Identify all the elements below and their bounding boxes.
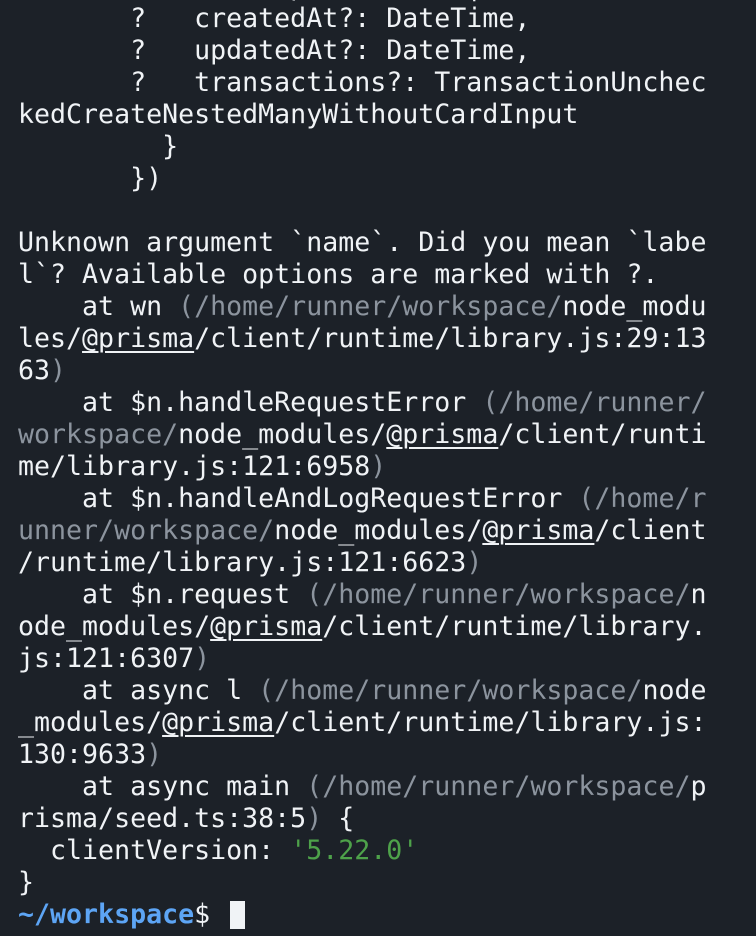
output-text: les/ [18, 323, 83, 354]
output-text: ? createdAt?: DateTime, [18, 3, 531, 34]
prompt-symbol: $ [194, 899, 227, 930]
terminal-line: Unknown argument `name`. Did you mean `l… [18, 227, 756, 259]
output-text: l`? Available options are marked with ?. [18, 259, 659, 290]
terminal-line: clientVersion: '5.22.0' [18, 835, 756, 867]
package-link: @prisma [482, 515, 595, 546]
path-text: unner/workspace/ [18, 515, 275, 546]
prompt-path: ~/workspace [18, 899, 195, 930]
terminal-line: } [18, 867, 756, 899]
output-text: at wn [18, 291, 179, 322]
output-text: node_modules/ [178, 419, 387, 450]
output-text: kedCreateNestedManyWithoutCardInput [18, 99, 579, 130]
terminal-line: ? createdAt?: DateTime, [18, 3, 756, 35]
path-text: (/home/runner/workspace/ [306, 579, 691, 610]
output-text: ode_modules/ [18, 611, 211, 642]
prompt-line[interactable]: ~/workspace$ [18, 899, 756, 931]
terminal-line: 130:9633) [18, 739, 756, 771]
terminal-output: ? envelopeId?: Int | Null, ? createdAt?:… [18, 0, 756, 931]
output-text: ? updatedAt?: DateTime, [18, 35, 531, 66]
terminal-line: at wn (/home/runner/workspace/node_modu [18, 291, 756, 323]
terminal-line: ode_modules/@prisma/client/runtime/libra… [18, 611, 756, 643]
package-link: @prisma [82, 323, 195, 354]
output-text: clientVersion: [18, 835, 291, 866]
terminal-line: les/@prisma/client/runtime/library.js:29… [18, 323, 756, 355]
output-text: Unknown argument `name`. Did you mean `l… [18, 227, 707, 258]
terminal-line: at $n.request (/home/runner/workspace/n [18, 579, 756, 611]
output-text: node_modules/ [274, 515, 483, 546]
output-text: { [322, 803, 355, 834]
output-text: /client/runti [498, 419, 707, 450]
output-text: at $n.handleAndLogRequestError [18, 483, 579, 514]
terminal-line: l`? Available options are marked with ?. [18, 259, 756, 291]
path-text: (/home/runner/workspace/ [178, 291, 563, 322]
path-text: ) [306, 803, 323, 834]
package-link: @prisma [162, 707, 275, 738]
output-text: /runtime/library.js:121:6623 [18, 547, 467, 578]
terminal-line: ? transactions?: TransactionUnchec [18, 67, 756, 99]
output-text: _modules/ [18, 707, 163, 738]
output-text: js:121:6307 [18, 643, 195, 674]
terminal-line: } [18, 131, 756, 163]
output-text: p [690, 771, 707, 802]
text-cursor[interactable] [230, 901, 246, 929]
path-text: ) [466, 547, 483, 578]
output-text: node_modu [562, 291, 707, 322]
terminal-line: }) [18, 163, 756, 195]
package-link: @prisma [386, 419, 499, 450]
output-text: 63 [18, 355, 51, 386]
output-text: me/library.js:121:6958 [18, 451, 371, 482]
path-text: ) [194, 643, 211, 674]
path-text: ) [370, 451, 387, 482]
terminal-line: unner/workspace/node_modules/@prisma/cli… [18, 515, 756, 547]
output-text: at async main [18, 771, 307, 802]
output-text: ? transactions?: TransactionUnchec [18, 67, 707, 98]
terminal-line: at $n.handleAndLogRequestError (/home/r [18, 483, 756, 515]
output-text: /client/runtime/library.js: [274, 707, 707, 738]
output-text: risma/seed.ts:38:5 [18, 803, 307, 834]
output-text: 130:9633 [18, 739, 147, 770]
output-text: at $n.handleRequestError [18, 387, 483, 418]
output-text: /client [594, 515, 707, 546]
terminal-line: at async l (/home/runner/workspace/node [18, 675, 756, 707]
terminal-line: js:121:6307) [18, 643, 756, 675]
terminal-window[interactable]: ? envelopeId?: Int | Null, ? createdAt?:… [0, 0, 756, 936]
terminal-line: _modules/@prisma/client/runtime/library.… [18, 707, 756, 739]
terminal-line: risma/seed.ts:38:5) { [18, 803, 756, 835]
path-text: (/home/r [578, 483, 707, 514]
path-text: workspace/ [18, 419, 179, 450]
terminal-line: /runtime/library.js:121:6623) [18, 547, 756, 579]
path-text: (/home/runner/workspace/ [306, 771, 691, 802]
string-value: '5.22.0' [290, 835, 419, 866]
output-text: node [642, 675, 707, 706]
terminal-line: workspace/node_modules/@prisma/client/ru… [18, 419, 756, 451]
terminal-line: ? updatedAt?: DateTime, [18, 35, 756, 67]
output-text: n [690, 579, 707, 610]
terminal-line: kedCreateNestedManyWithoutCardInput [18, 99, 756, 131]
path-text: (/home/runner/ [482, 387, 707, 418]
output-text: }) [18, 163, 163, 194]
output-text: } [18, 867, 35, 898]
output-text: at $n.request [18, 579, 307, 610]
terminal-line: at $n.handleRequestError (/home/runner/ [18, 387, 756, 419]
path-text: ) [50, 355, 67, 386]
terminal-line: at async main (/home/runner/workspace/p [18, 771, 756, 803]
path-text: (/home/runner/workspace/ [258, 675, 643, 706]
package-link: @prisma [210, 611, 323, 642]
terminal-line: me/library.js:121:6958) [18, 451, 756, 483]
output-text: } [18, 131, 179, 162]
output-text: /client/runtime/library.js:29:13 [194, 323, 707, 354]
output-text: ? envelopeId?: Int | Null, [18, 0, 578, 2]
path-text: ) [146, 739, 163, 770]
terminal-line: 63) [18, 355, 756, 387]
output-text: at async l [18, 675, 259, 706]
output-text: /client/runtime/library. [322, 611, 707, 642]
